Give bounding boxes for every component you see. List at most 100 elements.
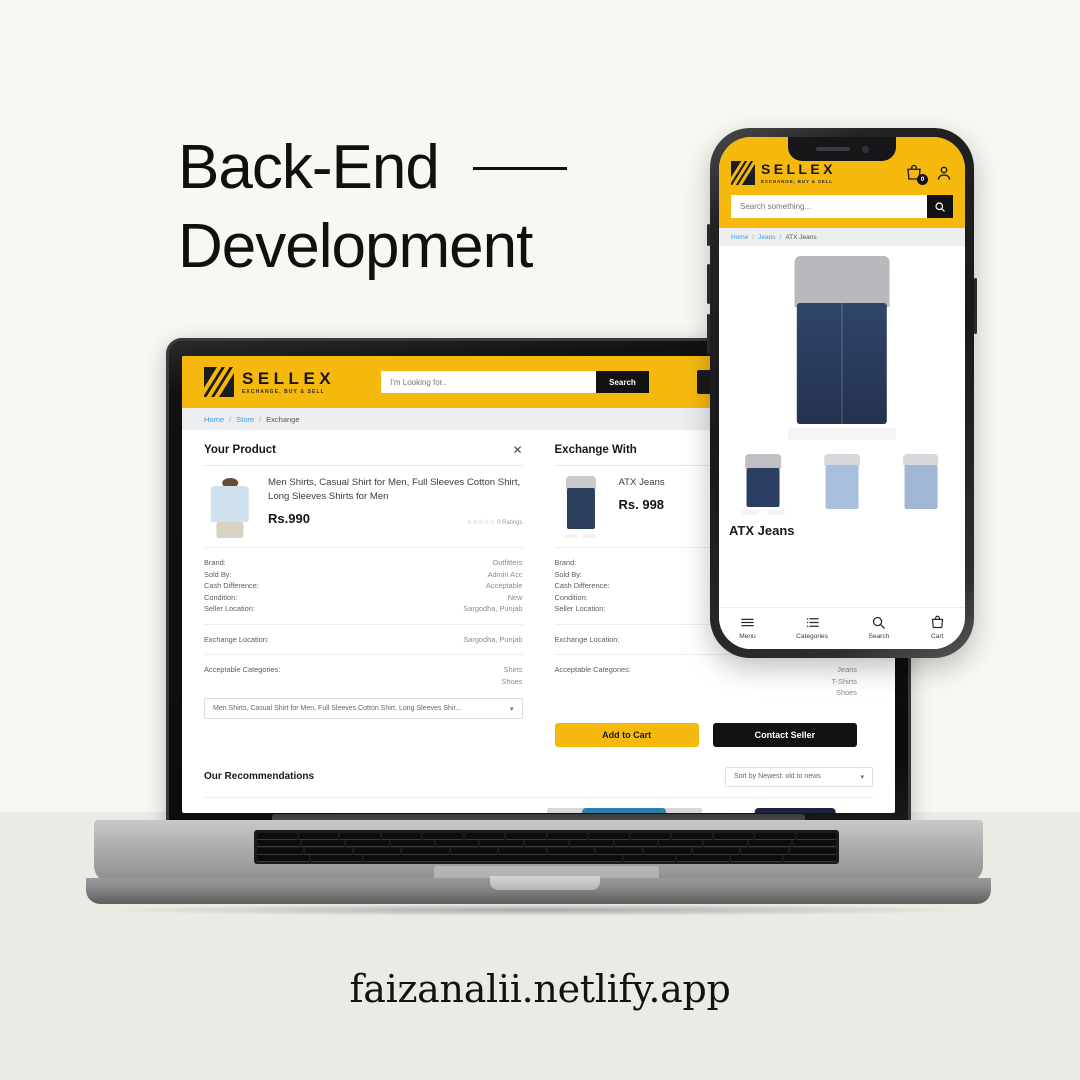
laptop-shadow bbox=[106, 904, 971, 916]
search-input[interactable] bbox=[381, 371, 597, 393]
phone-mockup: SELLEX EXCHANGE, BUY & SELL 0 Search som… bbox=[707, 128, 977, 658]
exchange-location-label: Exchange Location: bbox=[204, 634, 269, 644]
laptop-front-notch bbox=[490, 876, 600, 890]
nav-label-menu: Menu bbox=[739, 633, 756, 640]
nav-item-categories[interactable]: Categories bbox=[796, 615, 828, 640]
breadcrumb-separator: / bbox=[779, 233, 782, 241]
recommendations-grid bbox=[204, 807, 873, 813]
spec-row: Seller Location: Sargodha, Punjab bbox=[204, 603, 523, 615]
your-product-name: Men Shirts, Casual Shirt for Men, Full S… bbox=[268, 477, 521, 502]
spec-row: Condition: New bbox=[204, 592, 523, 604]
sort-dropdown[interactable]: Sort by Newest: old to news ▾ bbox=[725, 766, 873, 787]
nav-label-cart: Cart bbox=[931, 633, 944, 640]
add-to-cart-button[interactable]: Add to Cart bbox=[554, 722, 699, 747]
your-product-header: Your Product ✕ bbox=[204, 444, 523, 466]
spec-value: Acceptable bbox=[485, 581, 523, 590]
hamburger-icon bbox=[740, 615, 755, 630]
user-account-icon[interactable] bbox=[935, 164, 953, 182]
mobile-app: SELLEX EXCHANGE, BUY & SELL 0 Search som… bbox=[719, 137, 965, 649]
product-hero-image[interactable] bbox=[729, 252, 955, 448]
breadcrumb-separator: / bbox=[259, 414, 262, 424]
chevron-down-icon: ▾ bbox=[509, 705, 514, 713]
cart-icon bbox=[930, 615, 945, 630]
close-icon[interactable]: ✕ bbox=[512, 444, 522, 456]
product-thumbnail-strip bbox=[729, 454, 956, 516]
sort-dropdown-value: Sort by Newest: old to news bbox=[734, 773, 821, 780]
product-select-value: Men Shirts, Casual Shirt for Men, Full S… bbox=[213, 705, 462, 712]
spec-value: Admin Acc bbox=[487, 569, 523, 579]
product-select-dropdown[interactable]: Men Shirts, Casual Shirt for Men, Full S… bbox=[204, 698, 523, 719]
headline-line-1: Back-End bbox=[178, 133, 440, 202]
exchange-product-image[interactable] bbox=[554, 476, 607, 538]
mobile-product-title: ATX Jeans bbox=[729, 523, 795, 538]
page-title: Back-End Development bbox=[178, 128, 738, 286]
breadcrumb-item-store[interactable]: Store bbox=[236, 415, 254, 424]
recommendation-card[interactable] bbox=[204, 807, 360, 813]
sellex-logo-icon bbox=[204, 367, 234, 397]
mobile-bottom-nav: Menu Categories Search Cart bbox=[719, 607, 965, 649]
headline-rule bbox=[472, 167, 567, 170]
phone-volume-down-button bbox=[707, 314, 710, 354]
phone-silent-switch bbox=[707, 224, 710, 246]
brand-logo[interactable]: SELLEX EXCHANGE, BUY & SELL bbox=[204, 367, 335, 397]
category-value: Jeans bbox=[837, 665, 857, 674]
laptop-deck bbox=[94, 820, 983, 896]
breadcrumb-separator: / bbox=[229, 414, 232, 424]
mobile-brand-tagline: EXCHANGE, BUY & SELL bbox=[761, 179, 833, 184]
category-value: Shoes bbox=[501, 676, 523, 686]
recommendation-card[interactable] bbox=[375, 807, 531, 813]
mobile-search-group bbox=[731, 195, 953, 218]
laptop-base bbox=[86, 814, 991, 908]
spec-label: Sold By: bbox=[204, 569, 232, 579]
phone-camera bbox=[861, 145, 869, 153]
mobile-breadcrumb-item-home[interactable]: Home bbox=[731, 234, 748, 241]
list-icon bbox=[805, 615, 820, 630]
nav-item-menu[interactable]: Menu bbox=[739, 615, 756, 640]
mobile-breadcrumb-item-product: ATX Jeans bbox=[785, 233, 817, 241]
mobile-brand-logo[interactable]: SELLEX EXCHANGE, BUY & SELL bbox=[731, 161, 836, 185]
spec-label: Condition: bbox=[554, 592, 588, 602]
your-product-price: Rs.990 bbox=[268, 511, 310, 526]
your-product-row: Men Shirts, Casual Shirt for Men, Full S… bbox=[204, 466, 523, 548]
breadcrumb-item-exchange: Exchange bbox=[266, 414, 300, 424]
product-thumbnail[interactable] bbox=[807, 454, 877, 516]
spec-label: Cash Difference: bbox=[554, 581, 610, 590]
product-thumbnail[interactable] bbox=[886, 454, 956, 516]
nav-item-cart[interactable]: Cart bbox=[930, 615, 945, 640]
mobile-breadcrumb-item-jeans[interactable]: Jeans bbox=[758, 234, 775, 241]
brand-tagline: EXCHANGE, BUY & SELL bbox=[242, 388, 325, 395]
phone-power-button bbox=[974, 278, 977, 334]
contact-seller-button[interactable]: Contact Seller bbox=[712, 722, 857, 747]
acceptable-categories-label: Acceptable Categories: bbox=[554, 665, 631, 674]
exchange-product-price: Rs. 998 bbox=[618, 497, 665, 512]
your-product-acceptable-categories: Acceptable Categories: Shirts Shoes Men … bbox=[204, 655, 523, 728]
category-value: T-Shirts bbox=[831, 676, 857, 686]
phone-screen: SELLEX EXCHANGE, BUY & SELL 0 Search som… bbox=[719, 137, 965, 649]
nav-item-search[interactable]: Search bbox=[868, 615, 889, 640]
search-button[interactable]: Search bbox=[596, 371, 649, 393]
star-rating-icon: ☆☆☆☆☆ bbox=[466, 520, 496, 526]
your-product-panel: Your Product ✕ Men Shirts, Casual Shirt … bbox=[204, 444, 539, 747]
sellex-logo-icon bbox=[731, 161, 755, 185]
mobile-breadcrumb: Home / Jeans / ATX Jeans bbox=[719, 228, 965, 246]
footer-url: faizanalii.netlify.app bbox=[349, 967, 731, 1011]
cart-icon[interactable]: 0 bbox=[905, 164, 928, 185]
headline-line-2: Development bbox=[178, 212, 533, 281]
spec-row: Brand: Outfitters bbox=[204, 557, 523, 569]
mobile-search-button[interactable] bbox=[927, 195, 953, 218]
nav-label-search: Search bbox=[868, 633, 890, 640]
recommendation-card[interactable] bbox=[546, 807, 702, 813]
spec-label: Brand: bbox=[554, 558, 577, 567]
breadcrumb-item-home[interactable]: Home bbox=[204, 415, 224, 424]
spec-value: Sargodha, Punjab bbox=[463, 604, 523, 613]
mobile-search-input[interactable] bbox=[731, 195, 927, 218]
spec-row: Cash Difference: Acceptable bbox=[204, 580, 523, 592]
your-product-image[interactable] bbox=[204, 476, 256, 538]
exchange-with-title: Exchange With bbox=[554, 444, 637, 456]
ratings-count: 0 Ratings bbox=[497, 520, 523, 526]
mobile-brand-name: SELLEX bbox=[761, 161, 836, 177]
nav-label-categories: Categories bbox=[796, 633, 829, 640]
product-thumbnail[interactable] bbox=[729, 454, 798, 516]
recommendation-card[interactable] bbox=[717, 807, 873, 813]
category-value: Shirts bbox=[503, 665, 523, 674]
